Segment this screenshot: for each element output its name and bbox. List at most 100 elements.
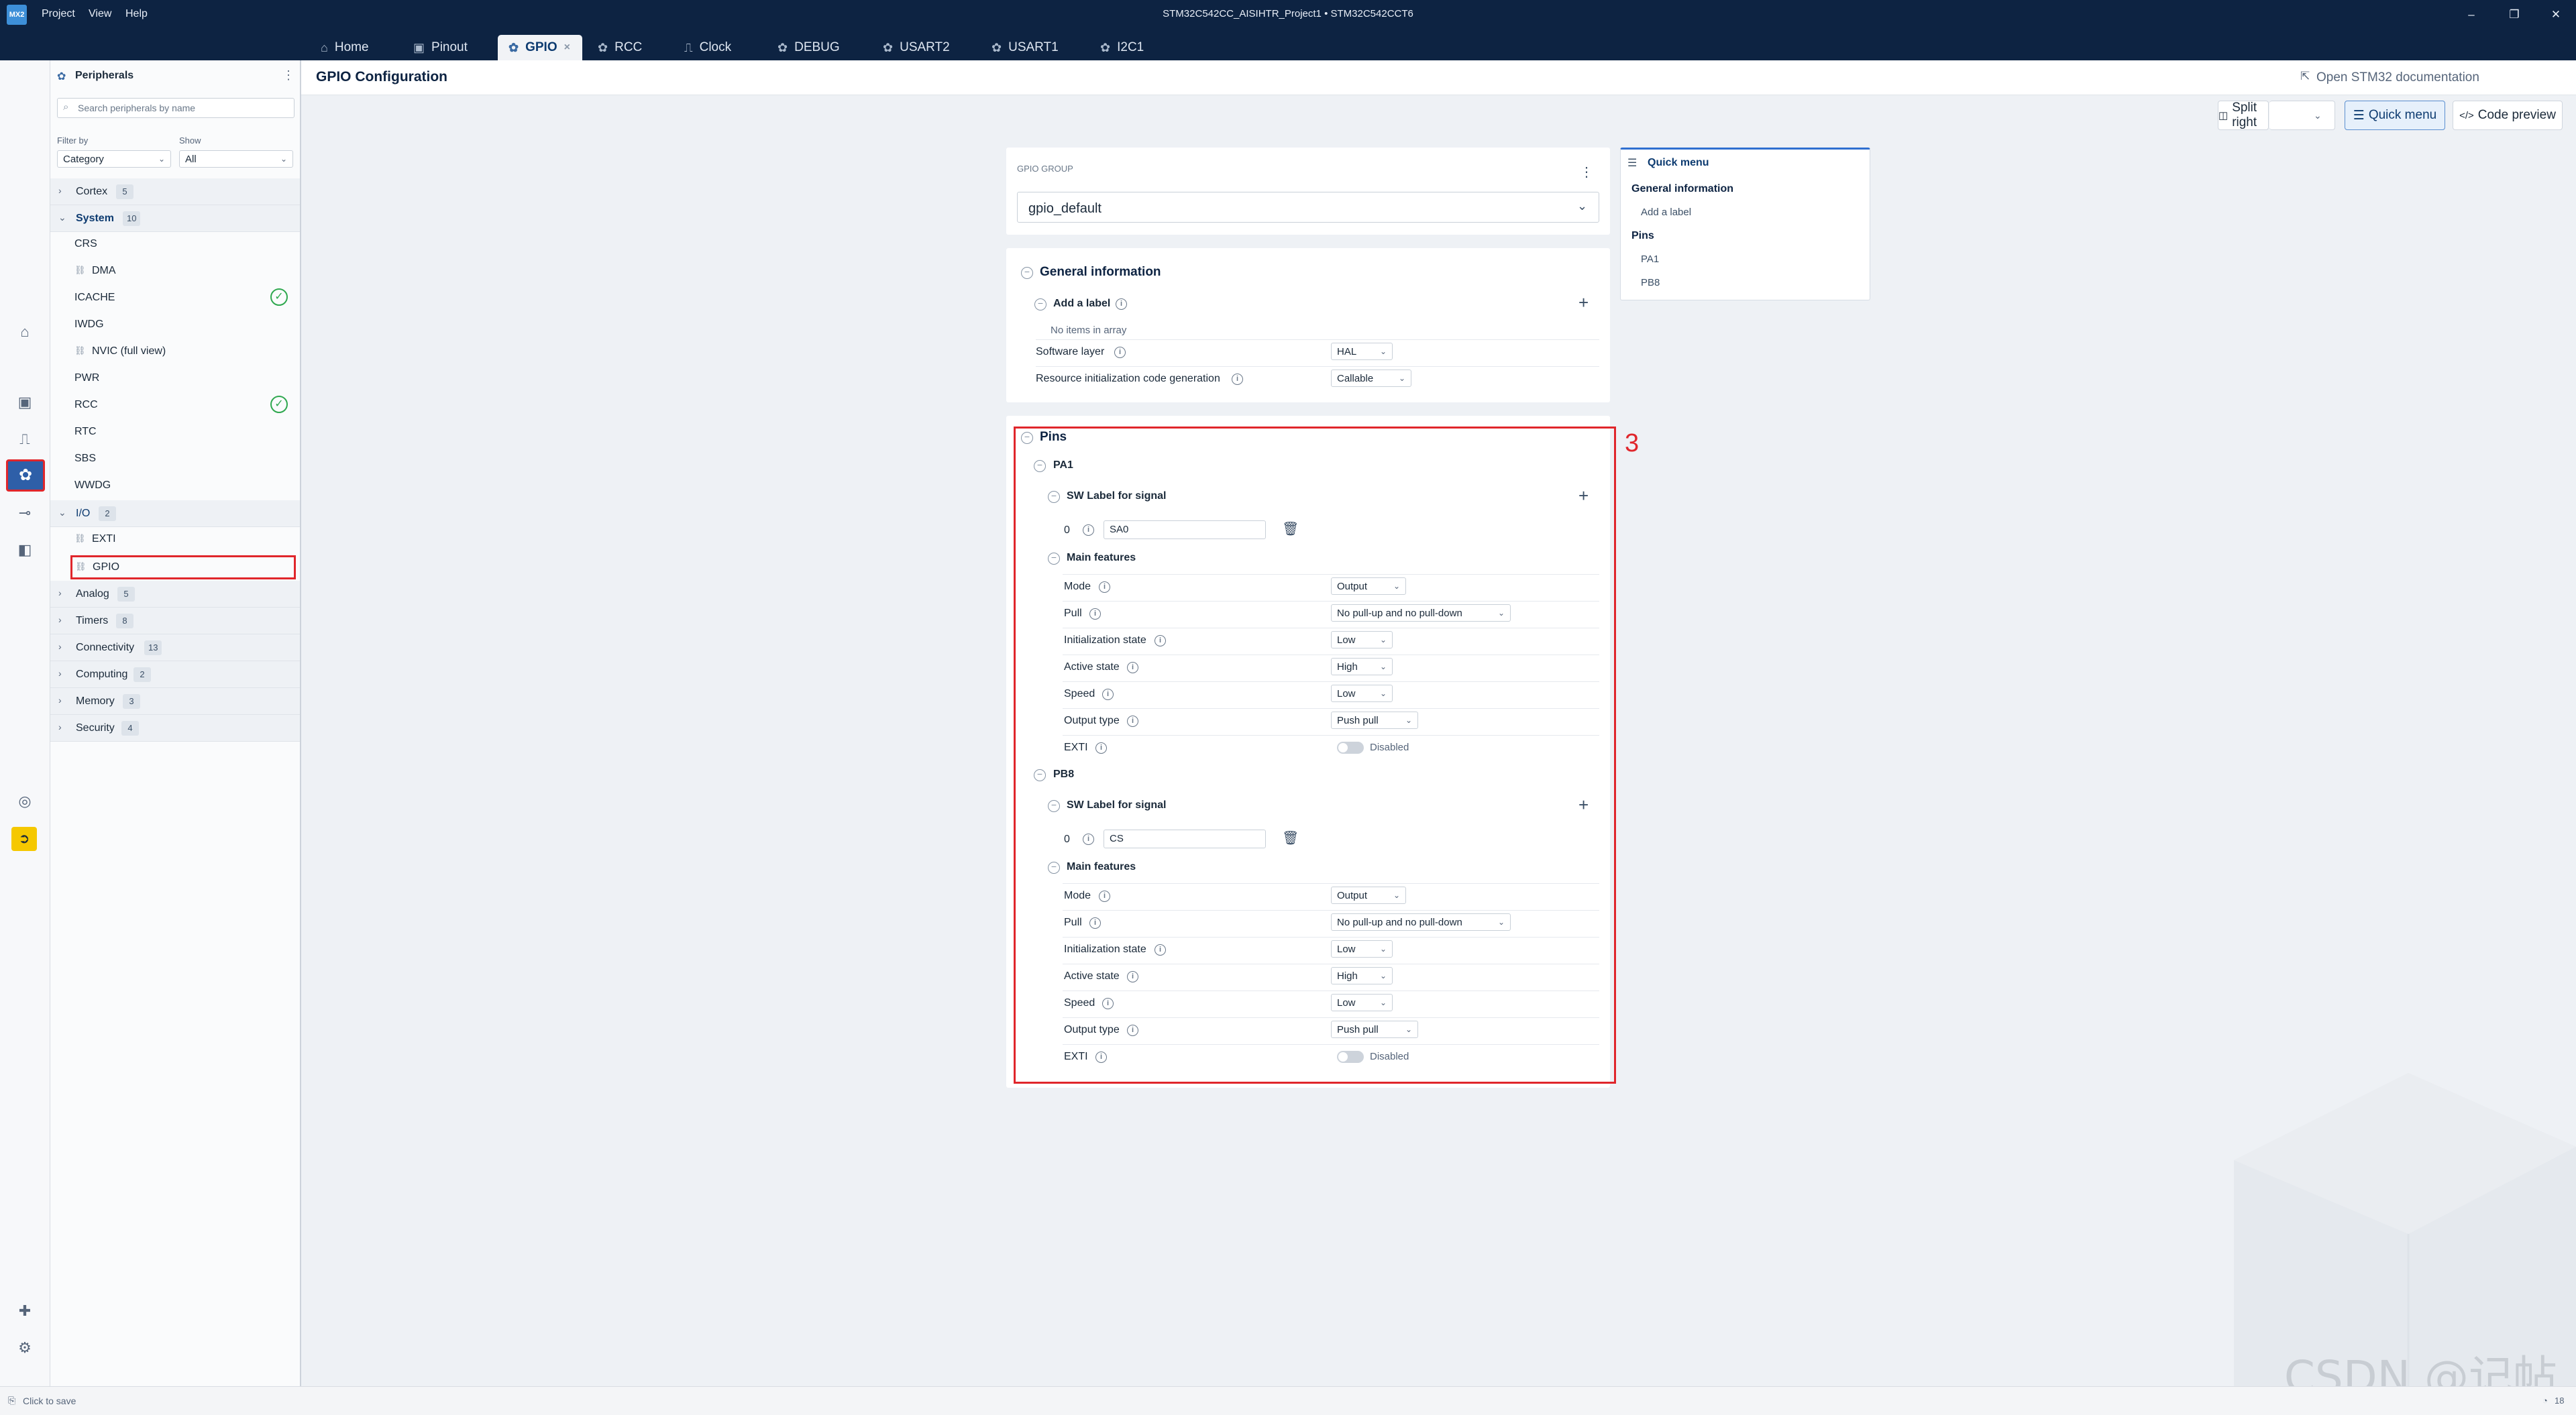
info-icon[interactable]: i bbox=[1089, 608, 1101, 620]
info-icon[interactable]: i bbox=[1155, 944, 1166, 956]
info-icon[interactable]: i bbox=[1095, 1052, 1107, 1063]
restore-icon[interactable]: ❐ bbox=[2505, 5, 2524, 24]
collapse-icon[interactable]: − bbox=[1021, 267, 1033, 279]
close-window-icon[interactable]: ✕ bbox=[2546, 5, 2565, 24]
item-pwr[interactable]: PWR bbox=[74, 372, 99, 384]
sw-label-input[interactable]: SA0 bbox=[1104, 520, 1266, 539]
item-sbs[interactable]: SBS bbox=[74, 453, 96, 465]
quick-link-pins[interactable]: Pins bbox=[1631, 230, 1654, 242]
info-icon[interactable]: i bbox=[1095, 742, 1107, 754]
open-doc-link[interactable]: Open STM32 documentation bbox=[2316, 70, 2479, 85]
tab-i2c1[interactable]: ✿ I2C1 bbox=[1089, 35, 1155, 60]
info-icon[interactable]: i bbox=[1099, 891, 1110, 902]
exti-toggle[interactable] bbox=[1337, 742, 1364, 754]
quick-link-pb8[interactable]: PB8 bbox=[1641, 277, 1660, 288]
chip-icon[interactable]: ▣ bbox=[15, 392, 35, 412]
split-right-button[interactable]: ◫ Split right bbox=[2218, 101, 2269, 130]
pull-select[interactable]: No pull-up and no pull-down ⌄ bbox=[1331, 913, 1511, 931]
add-icon[interactable]: + bbox=[1578, 294, 1589, 311]
quick-link-pa1[interactable]: PA1 bbox=[1641, 253, 1659, 265]
generate-icon[interactable]: ➲ bbox=[11, 827, 37, 851]
res-init-select[interactable]: Callable ⌄ bbox=[1331, 370, 1411, 387]
info-icon[interactable]: i bbox=[1102, 998, 1114, 1009]
tab-pinout[interactable]: ▣ Pinout bbox=[402, 35, 478, 60]
collapse-icon[interactable]: − bbox=[1048, 553, 1060, 565]
category-io[interactable]: ⌄ I/O 2 bbox=[50, 500, 300, 527]
info-icon[interactable]: i bbox=[1232, 374, 1243, 385]
clock-wave-icon[interactable]: ⎍ bbox=[15, 429, 35, 449]
collapse-icon[interactable]: − bbox=[1034, 298, 1046, 310]
item-rcc[interactable]: RCC bbox=[74, 399, 98, 411]
commit-icon[interactable]: ⊸ bbox=[15, 503, 35, 523]
collapse-icon[interactable]: − bbox=[1048, 800, 1060, 812]
collapse-icon[interactable]: − bbox=[1048, 491, 1060, 503]
save-icon[interactable]: ⎘ bbox=[8, 1395, 15, 1406]
category-connectivity[interactable]: › Connectivity 13 bbox=[50, 634, 300, 661]
mode-select[interactable]: Output ⌄ bbox=[1331, 577, 1406, 595]
minimize-icon[interactable]: – bbox=[2462, 5, 2481, 24]
peripherals-icon[interactable]: ✿ bbox=[6, 459, 45, 492]
info-icon[interactable]: i bbox=[1155, 635, 1166, 646]
code-preview-button[interactable]: </> Code preview bbox=[2453, 101, 2563, 130]
category-memory[interactable]: › Memory 3 bbox=[50, 688, 300, 715]
show-select[interactable]: All ⌄ bbox=[179, 150, 293, 168]
search-input[interactable]: ⌕ Search peripherals by name bbox=[57, 98, 294, 118]
add-icon[interactable]: + bbox=[1578, 796, 1589, 813]
save-status[interactable]: Click to save bbox=[23, 1396, 76, 1406]
category-timers[interactable]: › Timers 8 bbox=[50, 608, 300, 634]
add-icon[interactable]: + bbox=[1578, 487, 1589, 504]
collapse-icon[interactable]: − bbox=[1021, 432, 1033, 444]
info-icon[interactable]: i bbox=[1102, 689, 1114, 700]
init-state-select[interactable]: Low ⌄ bbox=[1331, 631, 1393, 648]
tab-gpio[interactable]: ✿ GPIO × bbox=[498, 35, 582, 60]
home-icon[interactable]: ⌂ bbox=[15, 322, 35, 342]
category-security[interactable]: › Security 4 bbox=[50, 715, 300, 742]
speed-select[interactable]: Low ⌄ bbox=[1331, 685, 1393, 702]
trash-icon[interactable]: 🗑 bbox=[1282, 520, 1299, 536]
item-wwdg[interactable]: WWDG bbox=[74, 479, 111, 492]
software-layer-select[interactable]: HAL ⌄ bbox=[1331, 343, 1393, 360]
item-nvic[interactable]: NVIC (full view) bbox=[92, 345, 166, 357]
tab-usart1[interactable]: ✿ USART1 bbox=[981, 35, 1069, 60]
target-icon[interactable]: ◎ bbox=[15, 791, 35, 811]
item-dma[interactable]: DMA bbox=[92, 265, 116, 277]
collapse-icon[interactable]: − bbox=[1048, 862, 1060, 874]
active-state-select[interactable]: High ⌄ bbox=[1331, 658, 1393, 675]
tab-close-icon[interactable]: × bbox=[564, 42, 570, 54]
info-icon[interactable]: i bbox=[1127, 716, 1138, 727]
split-right-button-label[interactable]: ⌄ bbox=[2269, 101, 2335, 130]
output-type-select[interactable]: Push pull ⌄ bbox=[1331, 1021, 1418, 1038]
item-rtc[interactable]: RTC bbox=[74, 426, 97, 438]
info-icon[interactable]: i bbox=[1083, 834, 1094, 845]
tab-home[interactable]: ⌂ Home bbox=[310, 35, 380, 60]
item-gpio[interactable]: ⛓ GPIO bbox=[70, 555, 296, 579]
exti-toggle[interactable] bbox=[1337, 1051, 1364, 1063]
settings-icon[interactable]: ⚙ bbox=[15, 1338, 35, 1358]
bell-icon[interactable]: ◔ bbox=[2542, 1396, 2548, 1406]
category-analog[interactable]: › Analog 5 bbox=[50, 581, 300, 608]
item-exti[interactable]: EXTI bbox=[92, 533, 116, 545]
init-state-select[interactable]: Low ⌄ bbox=[1331, 940, 1393, 958]
collapse-icon[interactable]: − bbox=[1034, 769, 1046, 781]
category-system[interactable]: ⌄ System 10 bbox=[50, 205, 300, 232]
sw-label-input[interactable]: CS bbox=[1104, 830, 1266, 848]
more-options-icon[interactable]: ⋮ bbox=[282, 68, 294, 82]
extension-icon[interactable]: ✚ bbox=[15, 1301, 35, 1321]
active-state-select[interactable]: High ⌄ bbox=[1331, 967, 1393, 984]
category-cortex[interactable]: › Cortex 5 bbox=[50, 178, 300, 205]
quick-menu-button[interactable]: ☰ Quick menu bbox=[2345, 101, 2445, 130]
speed-select[interactable]: Low ⌄ bbox=[1331, 994, 1393, 1011]
tab-clock[interactable]: ⎍ Clock bbox=[674, 35, 742, 60]
more-options-icon[interactable]: ⋮ bbox=[1580, 164, 1593, 180]
info-icon[interactable]: i bbox=[1083, 524, 1094, 536]
tab-rcc[interactable]: ✿ RCC bbox=[587, 35, 653, 60]
quick-link-add-label[interactable]: Add a label bbox=[1641, 207, 1691, 218]
tab-usart2[interactable]: ✿ USART2 bbox=[872, 35, 961, 60]
category-computing[interactable]: › Computing 2 bbox=[50, 661, 300, 688]
item-icache[interactable]: ICACHE bbox=[74, 292, 115, 304]
item-crs[interactable]: CRS bbox=[74, 238, 97, 250]
gpio-group-select[interactable]: gpio_default ⌄ bbox=[1017, 192, 1599, 223]
info-icon[interactable]: i bbox=[1099, 581, 1110, 593]
info-icon[interactable]: i bbox=[1127, 662, 1138, 673]
quick-link-general[interactable]: General information bbox=[1631, 183, 1733, 195]
